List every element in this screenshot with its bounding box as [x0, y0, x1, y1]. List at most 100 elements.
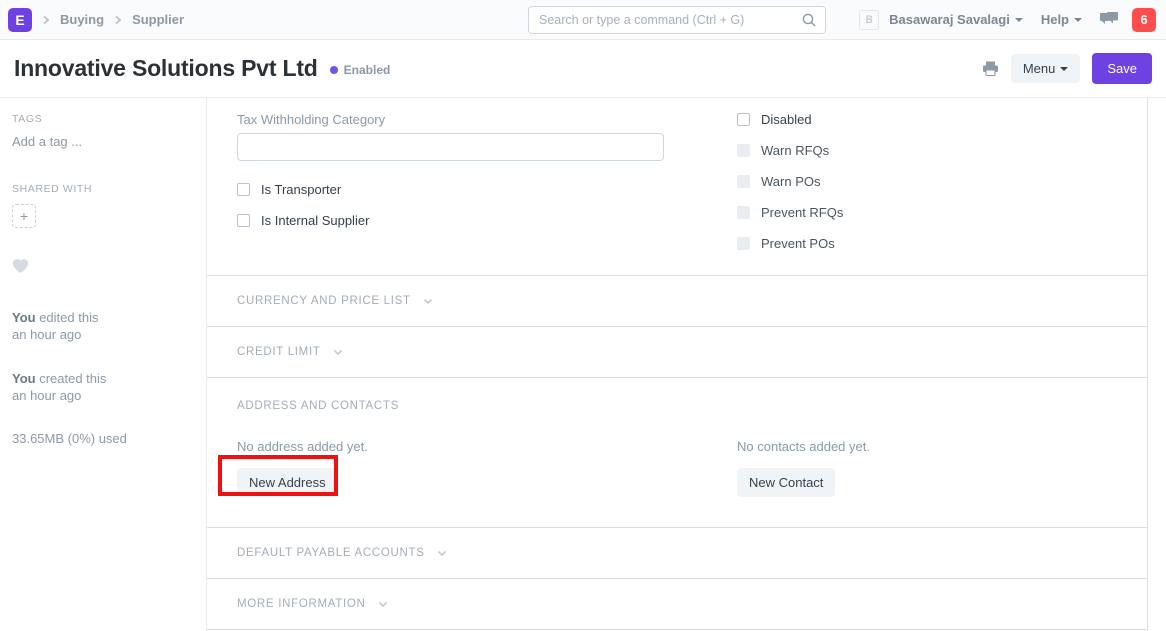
- activity-created-time: an hour ago: [12, 388, 81, 403]
- checkbox-icon-warn-pos: [737, 175, 750, 188]
- section-title-address-and-contacts: ADDRESS AND CONTACTS: [237, 400, 1117, 412]
- checkbox-label-is-internal-supplier: Is Internal Supplier: [261, 213, 369, 228]
- page-titlebar: Innovative Solutions Pvt Ltd Enabled Men…: [0, 40, 1166, 98]
- search-input[interactable]: [528, 6, 826, 34]
- chevron-down-icon-default-payable[interactable]: [435, 546, 449, 560]
- menu-button-label: Menu: [1023, 61, 1056, 76]
- checkbox-warn-rfqs[interactable]: Warn RFQs: [737, 143, 1117, 158]
- chat-icon[interactable]: [1100, 12, 1118, 28]
- chevron-down-icon-more-information[interactable]: [376, 597, 390, 611]
- tax-withholding-label: Tax Withholding Category: [237, 112, 647, 127]
- tags-heading: TAGS: [12, 113, 194, 125]
- section-credit-limit[interactable]: CREDIT LIMIT: [207, 327, 1147, 378]
- checkbox-is-internal-supplier[interactable]: Is Internal Supplier: [237, 213, 647, 228]
- help-menu-label: Help: [1041, 12, 1069, 27]
- address-column: No address added yet. New Address: [237, 439, 677, 497]
- storage-usage: 33.65MB (0%) used: [12, 431, 194, 446]
- activity-created-actor: You: [12, 371, 36, 386]
- new-contact-button[interactable]: New Contact: [737, 468, 835, 497]
- status-dot-icon: [330, 66, 338, 74]
- chevron-down-icon: [1015, 18, 1023, 22]
- section-header-currency[interactable]: CURRENCY AND PRICE LIST: [237, 276, 1117, 326]
- supplier-details-section: Tax Withholding Category Is Transporter …: [207, 98, 1147, 276]
- address-contacts-columns: No address added yet. New Address No con…: [237, 439, 1117, 497]
- checkbox-prevent-pos[interactable]: Prevent POs: [737, 236, 1117, 251]
- help-menu[interactable]: Help: [1041, 12, 1082, 27]
- contacts-empty-note: No contacts added yet.: [737, 439, 1117, 454]
- search-icon[interactable]: [801, 12, 817, 28]
- new-address-button[interactable]: New Address: [237, 468, 338, 497]
- activity-created: You created this an hour ago: [12, 370, 194, 404]
- checkbox-label-warn-rfqs: Warn RFQs: [761, 143, 829, 158]
- search-container: [528, 6, 826, 34]
- checkbox-icon-warn-rfqs: [737, 144, 750, 157]
- chevron-down-icon-currency[interactable]: [421, 294, 435, 308]
- page-title: Innovative Solutions Pvt Ltd: [14, 55, 318, 82]
- supplier-details-grid: Tax Withholding Category Is Transporter …: [237, 98, 1117, 275]
- breadcrumb-supplier[interactable]: Supplier: [132, 12, 184, 27]
- section-title-more-information: MORE INFORMATION: [237, 598, 366, 610]
- activity-edited-actor: You: [12, 310, 36, 325]
- chevron-right-icon: [40, 14, 52, 26]
- section-header-credit-limit[interactable]: CREDIT LIMIT: [237, 327, 1117, 377]
- checkbox-label-disabled: Disabled: [761, 112, 812, 127]
- user-menu[interactable]: Basawaraj Savalagi: [889, 12, 1023, 27]
- titlebar-actions: Menu Save: [982, 53, 1152, 84]
- left-column: Tax Withholding Category Is Transporter …: [237, 112, 677, 251]
- breadcrumb-buying[interactable]: Buying: [60, 12, 104, 27]
- section-title-currency: CURRENCY AND PRICE LIST: [237, 295, 411, 307]
- right-column: Disabled Warn RFQs Warn POs Prevent: [677, 112, 1117, 251]
- activity-edited-action: edited this: [36, 310, 99, 325]
- checkbox-icon-is-internal-supplier[interactable]: [237, 214, 250, 227]
- add-tag-button[interactable]: Add a tag ...: [12, 134, 194, 149]
- section-title-credit-limit: CREDIT LIMIT: [237, 346, 321, 358]
- menu-button[interactable]: Menu: [1011, 54, 1081, 83]
- save-button[interactable]: Save: [1092, 53, 1152, 84]
- shared-with-heading: SHARED WITH: [12, 183, 194, 195]
- contacts-column: No contacts added yet. New Contact: [677, 439, 1117, 497]
- status-badge: Enabled: [330, 63, 391, 77]
- checkbox-icon-disabled[interactable]: [737, 113, 750, 126]
- form-card: Tax Withholding Category Is Transporter …: [207, 98, 1148, 631]
- app-logo-icon[interactable]: E: [8, 8, 32, 32]
- section-default-payable-accounts[interactable]: DEFAULT PAYABLE ACCOUNTS: [207, 528, 1147, 579]
- activity-edited-time: an hour ago: [12, 327, 81, 342]
- activity-created-action: created this: [36, 371, 107, 386]
- add-share-button[interactable]: +: [12, 204, 36, 228]
- navbar-right-group: B Basawaraj Savalagi Help 6: [859, 8, 1156, 32]
- section-currency-and-price-list[interactable]: CURRENCY AND PRICE LIST: [207, 276, 1147, 327]
- chevron-right-icon-2: [112, 14, 124, 26]
- section-header-default-payable[interactable]: DEFAULT PAYABLE ACCOUNTS: [237, 528, 1117, 578]
- checkbox-label-prevent-rfqs: Prevent RFQs: [761, 205, 843, 220]
- address-empty-note: No address added yet.: [237, 439, 677, 454]
- printer-icon[interactable]: [982, 60, 999, 77]
- checkbox-prevent-rfqs[interactable]: Prevent RFQs: [737, 205, 1117, 220]
- top-navbar: E Buying Supplier B Basawaraj Savalagi H…: [0, 0, 1166, 40]
- checkbox-label-is-transporter: Is Transporter: [261, 182, 341, 197]
- section-address-and-contacts: ADDRESS AND CONTACTS No address added ye…: [207, 378, 1147, 528]
- notification-badge[interactable]: 6: [1132, 8, 1156, 32]
- user-menu-label: Basawaraj Savalagi: [889, 12, 1010, 27]
- checkbox-warn-pos[interactable]: Warn POs: [737, 174, 1117, 189]
- checkbox-label-warn-pos: Warn POs: [761, 174, 820, 189]
- section-title-default-payable: DEFAULT PAYABLE ACCOUNTS: [237, 547, 425, 559]
- checkbox-icon-is-transporter[interactable]: [237, 183, 250, 196]
- avatar[interactable]: B: [859, 10, 879, 30]
- status-badge-label: Enabled: [344, 63, 391, 77]
- section-more-information[interactable]: MORE INFORMATION: [207, 579, 1147, 630]
- checkbox-icon-prevent-pos: [737, 237, 750, 250]
- page-body: TAGS Add a tag ... SHARED WITH + You edi…: [0, 98, 1166, 631]
- checkbox-label-prevent-pos: Prevent POs: [761, 236, 835, 251]
- section-header-more-information[interactable]: MORE INFORMATION: [237, 579, 1117, 629]
- chevron-down-icon-2: [1074, 18, 1082, 22]
- checkbox-is-transporter[interactable]: Is Transporter: [237, 182, 647, 197]
- activity-edited: You edited this an hour ago: [12, 309, 194, 343]
- tax-withholding-input[interactable]: [237, 133, 664, 161]
- heart-icon[interactable]: [12, 258, 194, 279]
- sidebar: TAGS Add a tag ... SHARED WITH + You edi…: [0, 98, 207, 631]
- checkbox-disabled[interactable]: Disabled: [737, 112, 1117, 127]
- checkbox-icon-prevent-rfqs: [737, 206, 750, 219]
- chevron-down-icon-credit-limit[interactable]: [331, 345, 345, 359]
- main-content: Tax Withholding Category Is Transporter …: [207, 98, 1166, 631]
- chevron-down-icon-3: [1060, 67, 1068, 71]
